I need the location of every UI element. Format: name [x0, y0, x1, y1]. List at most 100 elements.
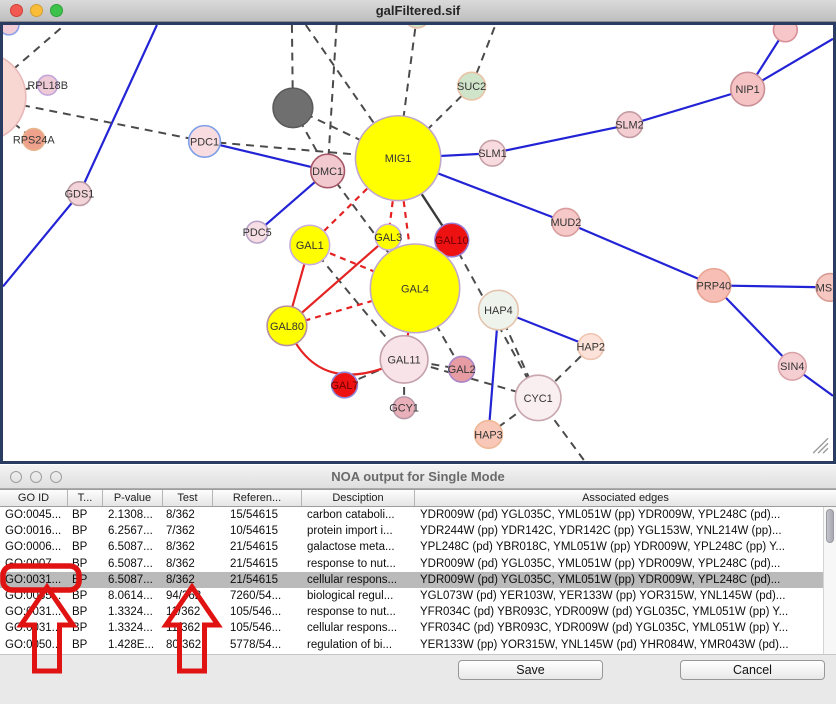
network-edge-pp[interactable] — [492, 125, 629, 154]
table-row-0[interactable]: GO:0045...BP2.1308...8/36215/54615carbon… — [0, 507, 836, 523]
network-node-mig1[interactable]: MIG1 — [355, 116, 440, 201]
cell-edges: YDR244W (pp) YDR142C, YDR142C (pp) YGL15… — [415, 523, 836, 539]
network-node-slm2[interactable]: SLM2 — [615, 112, 644, 138]
cell-desc: protein import i... — [302, 523, 415, 539]
svg-text:HAP3: HAP3 — [474, 429, 503, 441]
network-node-suc2[interactable]: SUC2 — [457, 72, 486, 100]
results-table-header[interactable]: GO IDT...P-valueTestReferen...Desciption… — [0, 489, 836, 507]
network-node-dmc1[interactable]: DMC1 — [311, 154, 345, 188]
network-window-title: galFiltered.sif — [0, 0, 836, 21]
svg-text:PRP40: PRP40 — [697, 280, 732, 292]
cell-go: GO:0006... — [0, 539, 68, 555]
minimize-button-icon[interactable] — [30, 4, 43, 17]
column-header-t[interactable]: T... — [68, 490, 103, 506]
cell-ref: 10/54615 — [213, 523, 302, 539]
network-edge-pp[interactable] — [566, 222, 714, 285]
network-node-gray[interactable] — [273, 88, 313, 127]
network-node-hap2[interactable]: HAP2 — [576, 334, 605, 360]
network-node-sin4[interactable]: SIN4 — [778, 352, 806, 380]
cell-p: 2.1308... — [103, 507, 163, 523]
table-row-6[interactable]: GO:0031...BP1.3324...11/362105/546...res… — [0, 604, 836, 620]
network-node-nip1[interactable]: NIP1 — [731, 72, 765, 106]
svg-text:HAP4: HAP4 — [484, 305, 513, 317]
network-edge-pp[interactable] — [3, 194, 79, 287]
table-row-8[interactable]: GO:0050...BP1.428E...80/3625778/54...reg… — [0, 637, 836, 653]
cell-p: 1.428E... — [103, 637, 163, 653]
column-header-goid[interactable]: GO ID — [0, 490, 68, 506]
network-node-corner[interactable] — [3, 25, 19, 35]
close-button-icon[interactable] — [10, 471, 22, 483]
network-node-gal80[interactable]: GAL80 — [267, 306, 307, 345]
network-node-hap4[interactable]: HAP4 — [479, 290, 519, 329]
network-node-gal2[interactable]: GAL2 — [448, 356, 476, 382]
svg-text:MIG1: MIG1 — [385, 153, 412, 165]
cell-edges: YER133W (pp) YOR315W, YNL145W (pd) YHR08… — [415, 637, 836, 653]
network-node-rps24a[interactable]: RPS24A — [13, 129, 56, 151]
network-canvas[interactable]: RPL18B RPS24A GDS1 PDC1 DMC1 MIG1 SUC2 NIP1 SLM2… — [0, 22, 836, 464]
zoom-button-icon[interactable] — [50, 4, 63, 17]
network-node-bigpink[interactable] — [3, 53, 26, 142]
save-button[interactable]: Save — [458, 660, 603, 680]
svg-text:GAL10: GAL10 — [435, 235, 469, 247]
network-node-cyc1[interactable]: CYC1 — [515, 375, 561, 420]
zoom-button-icon[interactable] — [50, 471, 62, 483]
network-node-gds1[interactable]: GDS1 — [65, 182, 95, 206]
network-edge-pp[interactable] — [629, 89, 747, 125]
table-row-3[interactable]: GO:0007...BP6.5087...8/36221/54615respon… — [0, 556, 836, 572]
network-node-slm1[interactable]: SLM1 — [478, 140, 507, 166]
cell-go: GO:0031... — [0, 572, 68, 588]
table-scrollbar[interactable] — [823, 507, 836, 654]
table-row-5[interactable]: GO:0065...BP8.0614...94/3627260/54...bio… — [0, 588, 836, 604]
cell-edges: YDR009W (pd) YGL035C, YML051W (pp) YDR00… — [415, 572, 836, 588]
network-node-prp40[interactable]: PRP40 — [697, 269, 732, 303]
network-node-greentop[interactable] — [404, 25, 430, 28]
svg-text:GAL80: GAL80 — [270, 321, 304, 333]
table-row-4[interactable]: GO:0031...BP6.5087...8/36221/54615cellul… — [0, 572, 836, 588]
cell-type: BP — [68, 523, 103, 539]
column-header-referen[interactable]: Referen... — [213, 490, 302, 506]
network-node-gal4[interactable]: GAL4 — [370, 244, 459, 333]
cell-ref: 21/54615 — [213, 572, 302, 588]
cancel-button[interactable]: Cancel — [680, 660, 825, 680]
network-node-hap3[interactable]: HAP3 — [474, 421, 503, 449]
svg-text:GAL1: GAL1 — [296, 240, 324, 252]
network-node-pdc1[interactable]: PDC1 — [189, 126, 221, 158]
cell-p: 6.5087... — [103, 556, 163, 572]
network-node-gal7[interactable]: GAL7 — [331, 372, 359, 398]
network-edge-pp[interactable] — [79, 25, 156, 194]
table-row-7[interactable]: GO:0031...BP1.3324...11/362105/546...cel… — [0, 620, 836, 636]
network-node-mud2[interactable]: MUD2 — [550, 208, 581, 236]
minimize-button-icon[interactable] — [30, 471, 42, 483]
cell-ref: 15/54615 — [213, 507, 302, 523]
resize-grip-icon[interactable] — [813, 438, 828, 453]
column-header-test[interactable]: Test — [163, 490, 213, 506]
network-node-topright[interactable] — [773, 25, 797, 42]
table-row-2[interactable]: GO:0006...BP6.5087...8/36221/54615galact… — [0, 539, 836, 555]
cell-ref: 21/54615 — [213, 539, 302, 555]
column-header-desciption[interactable]: Desciption — [302, 490, 415, 506]
network-node-gal11[interactable]: GAL11 — [380, 336, 428, 383]
cell-test: 94/362 — [163, 588, 213, 604]
svg-text:DMC1: DMC1 — [312, 166, 343, 178]
svg-text:SUC2: SUC2 — [457, 81, 486, 93]
results-table: GO:0045...BP2.1308...8/36215/54615carbon… — [0, 507, 836, 655]
svg-text:GCY1: GCY1 — [389, 403, 419, 415]
noa-window-title: NOA output for Single Mode — [0, 465, 836, 488]
column-header-pvalue[interactable]: P-value — [103, 490, 163, 506]
svg-text:GAL11: GAL11 — [388, 354, 421, 366]
network-node-gcy1[interactable]: GCY1 — [389, 397, 419, 419]
cell-desc: response to nut... — [302, 556, 415, 572]
cell-edges: YGL073W (pd) YER103W, YER133W (pp) YOR31… — [415, 588, 836, 604]
cell-type: BP — [68, 572, 103, 588]
cell-ref: 5778/54... — [213, 637, 302, 653]
close-button-icon[interactable] — [10, 4, 23, 17]
table-scrollbar-thumb[interactable] — [826, 509, 834, 543]
network-node-rpl18b[interactable]: RPL18B — [27, 75, 68, 95]
network-node-gal3[interactable]: GAL3 — [374, 224, 402, 250]
table-row-1[interactable]: GO:0016...BP6.2567...7/36210/54615protei… — [0, 523, 836, 539]
network-node-msl1[interactable]: MSL1 — [816, 274, 833, 302]
network-node-gal1[interactable]: GAL1 — [290, 225, 330, 264]
svg-text:MSL1: MSL1 — [816, 282, 833, 294]
column-header-associatededges[interactable]: Associated edges — [415, 490, 836, 506]
network-edge-dashed[interactable] — [328, 25, 337, 171]
